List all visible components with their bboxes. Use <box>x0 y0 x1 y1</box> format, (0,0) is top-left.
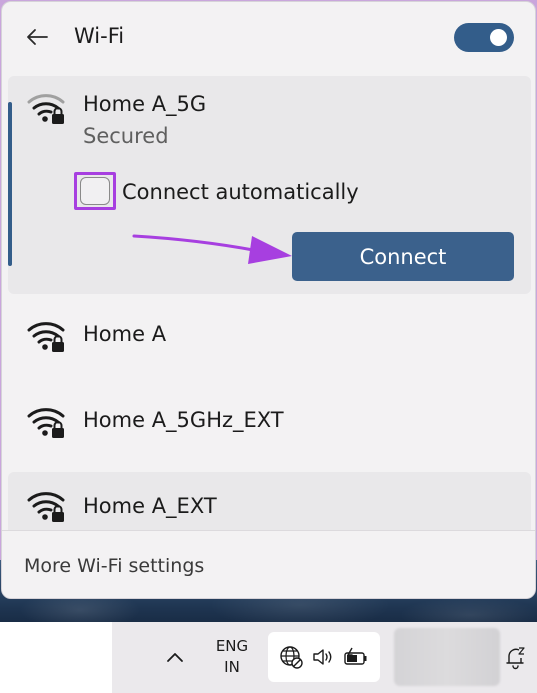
quick-settings-tray[interactable] <box>268 632 380 682</box>
notification-button[interactable] <box>503 644 529 672</box>
network-item[interactable]: Home A <box>8 294 531 380</box>
connect-automatically-checkbox[interactable] <box>74 172 116 210</box>
selection-indicator <box>8 102 12 266</box>
globe-blocked-icon <box>279 646 303 669</box>
network-name: Home A_EXT <box>83 494 217 518</box>
wifi-secured-icon <box>27 322 65 352</box>
network-item[interactable]: Home A_EXT <box>8 472 531 530</box>
network-name: Home A <box>83 322 167 346</box>
annotation-arrow-icon <box>132 234 292 264</box>
taskbar-left-area <box>0 622 112 693</box>
wifi-header: Wi-Fi <box>2 2 535 74</box>
wifi-flyout-panel: Wi-Fi Home A_5G Secured Connect automati… <box>1 1 536 599</box>
checkbox-box <box>80 177 110 205</box>
wifi-secured-icon <box>27 492 65 522</box>
network-name: Home A_5GHz_EXT <box>83 408 284 432</box>
region-code: IN <box>224 658 240 676</box>
notification-snooze-icon <box>506 647 525 670</box>
language-code: ENG <box>215 637 249 655</box>
taskbar: ENG IN <box>0 622 537 693</box>
wifi-toggle[interactable] <box>454 23 514 52</box>
toggle-knob <box>490 29 507 46</box>
wifi-secured-icon <box>27 408 65 438</box>
connect-automatically-label[interactable]: Connect automatically <box>122 180 359 204</box>
more-wifi-settings-link[interactable]: More Wi-Fi settings <box>24 555 204 577</box>
page-title: Wi-Fi <box>74 24 125 48</box>
back-arrow-icon <box>27 29 48 45</box>
back-button[interactable] <box>24 24 50 50</box>
clock-area-blurred[interactable] <box>394 628 500 686</box>
wifi-secured-icon <box>27 94 65 124</box>
network-item[interactable]: Home A_5GHz_EXT <box>8 380 531 466</box>
input-language-button[interactable]: ENG IN <box>208 636 256 678</box>
network-name: Home A_5G <box>83 92 207 116</box>
battery-charging-icon <box>344 647 367 665</box>
network-item-expanded[interactable]: Home A_5G Secured Connect automatically … <box>8 76 531 294</box>
connect-button[interactable]: Connect <box>292 232 514 281</box>
chevron-up-icon <box>167 653 183 662</box>
speaker-icon <box>313 649 332 665</box>
show-hidden-icons-button[interactable] <box>162 644 188 670</box>
flyout-footer: More Wi-Fi settings <box>2 530 535 598</box>
network-status: Secured <box>83 124 169 148</box>
